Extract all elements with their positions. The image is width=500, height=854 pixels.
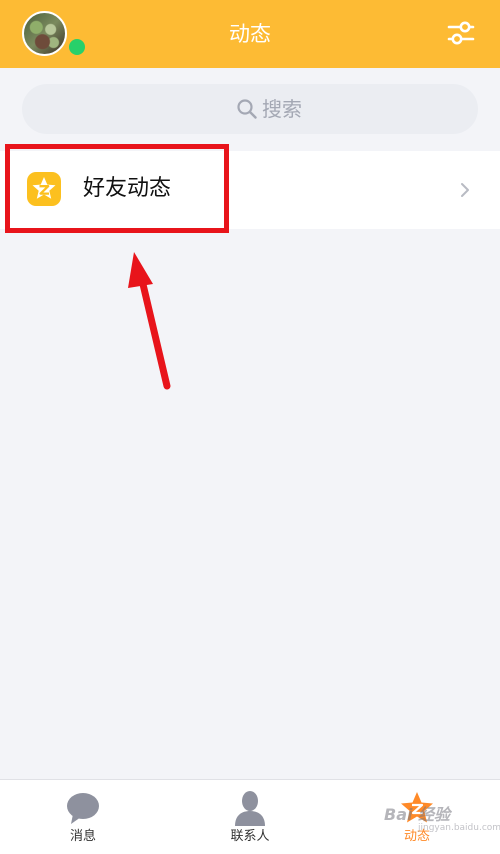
annotation-arrow-icon [128,252,171,390]
sliders-icon[interactable] [446,18,476,48]
chat-bubble-icon [67,793,99,824]
chevron-right-icon [461,183,469,197]
search-icon [237,99,257,119]
page-title: 动态 [229,22,271,46]
search-input[interactable]: 搜索 [22,84,478,134]
tab-contacts[interactable]: 联系人 [190,780,310,854]
top-bar: 动态 [0,0,500,68]
tab-label: 联系人 [230,829,270,844]
watermark-url: jingyan.baidu.com [418,823,500,833]
tab-messages[interactable]: 消息 [23,780,143,854]
person-icon [235,791,265,826]
tab-label: 消息 [69,829,96,844]
highlight-annotation-box [5,144,229,233]
search-placeholder: 搜索 [262,97,302,121]
